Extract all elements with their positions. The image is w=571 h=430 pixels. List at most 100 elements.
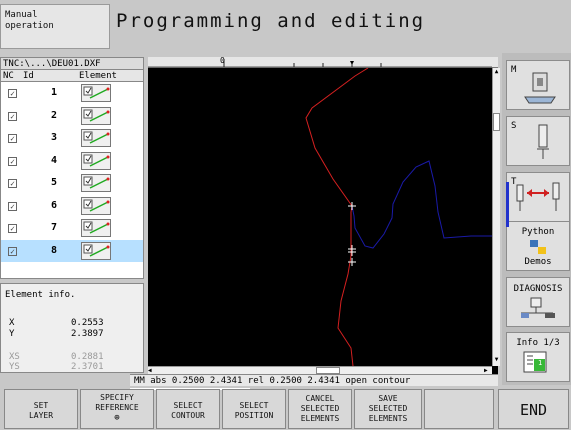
contour-element-icon <box>81 84 111 102</box>
python-label: Python <box>521 227 555 237</box>
horizontal-scrollbar[interactable]: ◀ ▶ <box>148 366 492 374</box>
contour-element-icon <box>81 106 111 125</box>
python-demos-label: Demos <box>524 257 552 267</box>
end-button[interactable]: END <box>498 389 569 429</box>
nc-checkbox[interactable]: ✓ <box>8 89 17 98</box>
nc-checkbox[interactable]: ✓ <box>8 179 17 188</box>
contour-element-icon <box>81 219 111 237</box>
ys-label: YS <box>9 362 20 372</box>
spindle-s-icon <box>537 124 549 159</box>
contour-element-icon <box>81 241 111 260</box>
mode-label-line2: operation <box>5 21 54 31</box>
specify-reference-button[interactable]: SPECIFY REFERENCE ⊕ <box>80 389 154 429</box>
t-function-key[interactable]: T <box>506 172 570 222</box>
ruler-zero-label: 0 <box>220 56 225 65</box>
nc-checkbox[interactable]: ✓ <box>8 246 17 256</box>
python-demos-key[interactable]: Python Demos <box>506 221 570 271</box>
set-layer-button[interactable]: SET LAYER <box>4 389 78 429</box>
x-label: X <box>9 318 15 328</box>
element-tree[interactable]: TNC:\...\DEU01.DXF NC Id Element ✓ 1 ✓ 2 ✓ 3 ✓… <box>0 57 144 279</box>
tree-row[interactable]: ✓ 5 <box>1 172 143 195</box>
title-bar: Manual operation Programming and editing <box>0 0 571 53</box>
ys-value: 2.3701 <box>71 362 104 372</box>
element-id: 1 <box>51 87 58 98</box>
tree-row[interactable]: ✓ 6 <box>1 195 143 218</box>
cancel-line1: CANCEL <box>305 394 335 403</box>
y-value: 2.3897 <box>71 329 104 339</box>
horizontal-ruler: 0 <box>148 56 498 68</box>
scroll-left-arrow[interactable]: ◀ <box>148 367 156 374</box>
cancel-line2: SELECTED <box>300 404 340 413</box>
nc-checkbox[interactable]: ✓ <box>8 134 17 143</box>
tree-row[interactable]: ✓ 8 <box>1 239 143 262</box>
tree-row[interactable]: ✓ 7 <box>1 217 143 240</box>
select-contour-button[interactable]: SELECT CONTOUR <box>156 389 220 429</box>
select-position-button[interactable]: SELECT POSITION <box>222 389 286 429</box>
xs-value: 0.2881 <box>71 352 104 362</box>
element-id: 8 <box>51 244 58 256</box>
column-nc: NC <box>3 71 14 81</box>
element-id: 5 <box>51 177 58 188</box>
nc-checkbox[interactable]: ✓ <box>8 224 17 233</box>
nc-checkbox[interactable]: ✓ <box>8 156 17 166</box>
file-path: TNC:\...\DEU01.DXF <box>1 58 143 70</box>
mode-label-line1: Manual <box>5 10 38 20</box>
cancel-line3: ELEMENTS <box>300 414 340 423</box>
element-info-title: Element info. <box>5 290 76 300</box>
page-title: Programming and editing <box>116 10 426 32</box>
element-id: 2 <box>51 109 58 121</box>
red-contour[interactable] <box>305 68 369 366</box>
save-selected-elements-button[interactable]: SAVE SELECTED ELEMENTS <box>354 389 422 429</box>
select-contour-line2: CONTOUR <box>171 411 205 420</box>
contour-drawing[interactable] <box>148 68 492 366</box>
crosshair-icon: ⊕ <box>114 413 120 423</box>
x-value: 0.2553 <box>71 318 104 328</box>
info-document-icon <box>523 351 547 373</box>
s-key-label: S <box>511 121 517 131</box>
nc-checkbox[interactable]: ✓ <box>8 201 17 211</box>
set-layer-line2: LAYER <box>28 411 54 420</box>
scroll-down-arrow[interactable]: ▼ <box>493 356 500 364</box>
scroll-up-arrow[interactable]: ▲ <box>493 68 500 76</box>
tree-row[interactable]: ✓ 3 <box>1 127 143 150</box>
empty-softkey[interactable] <box>424 389 494 429</box>
s-function-key[interactable]: S <box>506 116 570 166</box>
cancel-selected-elements-button[interactable]: CANCEL SELECTED ELEMENTS <box>288 389 352 429</box>
python-icon <box>530 240 546 254</box>
diagnosis-network-icon <box>521 297 555 318</box>
vertical-scroll-thumb[interactable] <box>493 113 500 131</box>
tree-row[interactable]: ✓ 2 <box>1 105 143 128</box>
tree-header: NC Id Element <box>1 70 143 82</box>
tree-row[interactable]: ✓ 1 <box>1 82 143 105</box>
save-line2: SELECTED <box>368 404 408 413</box>
xs-label: XS <box>9 352 20 362</box>
nc-checkbox[interactable]: ✓ <box>8 111 17 121</box>
element-id: 6 <box>51 199 58 211</box>
contour-element-icon <box>81 196 111 215</box>
vertical-scrollbar[interactable]: ▲ ▼ <box>492 68 500 366</box>
specify-reference-line1: SPECIFY <box>100 393 134 402</box>
tree-row[interactable]: ✓ 4 <box>1 150 143 173</box>
info-page-badge: 1 <box>538 359 543 367</box>
element-info-panel: Element info. X 0.2553 Y 2.3897 XS 0.288… <box>0 283 144 373</box>
contour-element-icon <box>81 151 111 170</box>
save-line1: SAVE <box>378 394 398 403</box>
selection-indicator <box>506 182 509 227</box>
set-layer-line1: SET <box>33 401 49 410</box>
specify-reference-line2: REFERENCE <box>95 403 139 412</box>
info-key[interactable]: Info 1/3 1 <box>506 332 570 382</box>
element-id: 3 <box>51 132 58 143</box>
horizontal-scroll-thumb[interactable] <box>316 367 340 374</box>
diagnosis-key[interactable]: DIAGNOSIS <box>506 277 570 327</box>
softkey-bar: SET LAYER SPECIFY REFERENCE ⊕ SELECT CON… <box>0 388 571 430</box>
blue-contour[interactable] <box>351 160 492 249</box>
column-element: Element <box>79 71 117 81</box>
scroll-right-arrow[interactable]: ▶ <box>484 367 492 374</box>
y-label: Y <box>9 329 15 339</box>
select-position-line1: SELECT <box>239 401 269 410</box>
graphics-canvas[interactable]: 0 ▲ ▼ ◀ ▶ <box>148 56 500 378</box>
element-id: 7 <box>51 222 58 233</box>
contour-point-markers[interactable] <box>348 202 356 266</box>
m-function-key[interactable]: M <box>506 60 570 110</box>
mode-indicator[interactable]: Manual operation <box>0 4 110 49</box>
